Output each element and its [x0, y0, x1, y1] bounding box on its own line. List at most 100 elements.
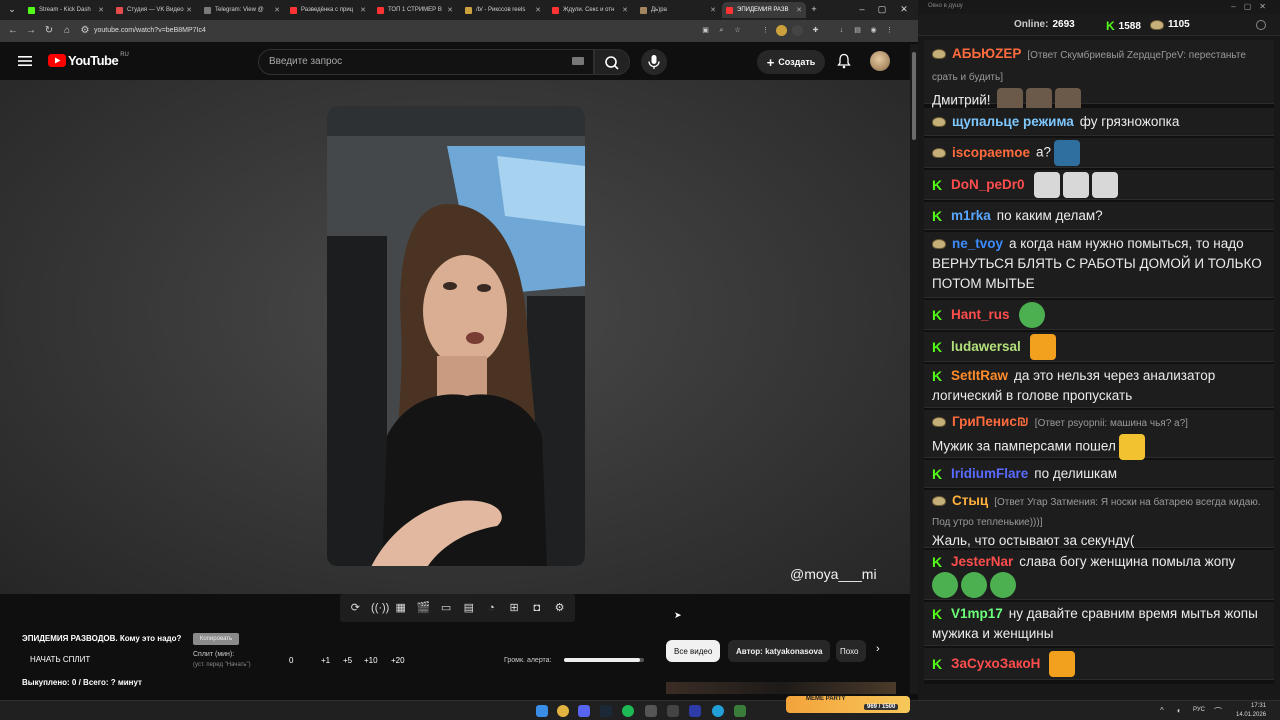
- subtitles-icon[interactable]: ▤: [462, 601, 476, 615]
- video-frame[interactable]: [327, 106, 585, 566]
- wifi-icon[interactable]: ⌒: [1214, 706, 1222, 717]
- tab-vk-studio[interactable]: Студия — VK Видео ✕: [112, 2, 196, 18]
- maximize-icon[interactable]: ▢: [876, 3, 888, 15]
- chip-all-videos[interactable]: Все видео: [666, 640, 721, 662]
- split-view-icon[interactable]: ▤: [852, 25, 863, 36]
- tab-reels[interactable]: /b/ - Рикссов reels ✕: [461, 2, 545, 18]
- tab-telegram[interactable]: Telegram: View @ ✕: [200, 2, 284, 18]
- chat-username[interactable]: V1mp17: [951, 606, 1003, 621]
- close-icon[interactable]: ✕: [710, 6, 716, 14]
- home-icon[interactable]: ⌂: [60, 24, 74, 38]
- notifications-bell-icon[interactable]: [837, 53, 851, 69]
- chat-settings-icon[interactable]: [1256, 20, 1266, 30]
- cast-icon[interactable]: ▣: [700, 25, 711, 36]
- chat-username[interactable]: Стыц: [952, 493, 988, 508]
- tab-youtube-2[interactable]: ТОП 1 СТРИМЕР В ✕: [373, 2, 457, 18]
- add-1-button[interactable]: +1: [321, 656, 330, 665]
- chat-username[interactable]: JesterNar: [951, 554, 1013, 569]
- extension-icon[interactable]: ⋮: [760, 25, 771, 36]
- download-icon[interactable]: ↓: [836, 25, 847, 36]
- create-button[interactable]: + Создать: [757, 50, 825, 74]
- chip-similar[interactable]: Похо: [836, 640, 866, 662]
- chat-username[interactable]: ludawersal: [951, 339, 1021, 354]
- steam-icon[interactable]: [600, 705, 612, 717]
- loop-icon[interactable]: ⟳: [348, 601, 362, 615]
- menu-icon[interactable]: ⋮: [884, 25, 895, 36]
- scrollbar-thumb[interactable]: [912, 52, 916, 140]
- chat-username[interactable]: SetItRaw: [951, 368, 1008, 383]
- minimize-icon[interactable]: –: [856, 3, 868, 15]
- youtube-logo[interactable]: YouTube RU: [48, 52, 129, 68]
- settings-gear-icon[interactable]: ⚙: [553, 601, 567, 615]
- telegram-icon[interactable]: [712, 705, 724, 717]
- search-button[interactable]: [594, 49, 630, 75]
- clock[interactable]: 17:31 14.01.2026: [1236, 702, 1266, 720]
- chevron-right-icon[interactable]: ›: [876, 643, 880, 655]
- extension-avatar-icon[interactable]: [776, 25, 787, 36]
- alert-volume-slider[interactable]: [564, 658, 644, 662]
- close-window-icon[interactable]: ✕: [898, 3, 910, 15]
- cinema-mode-icon[interactable]: ▦: [394, 601, 408, 615]
- add-20-button[interactable]: +20: [391, 656, 405, 665]
- keyboard-icon[interactable]: [572, 57, 584, 65]
- speedometer-icon[interactable]: ◔: [484, 601, 498, 615]
- close-icon[interactable]: ✕: [447, 6, 453, 14]
- forward-icon[interactable]: →: [24, 24, 38, 38]
- chat-username[interactable]: ЗаСухоЗакоН: [951, 656, 1040, 671]
- tab-kick-dashboard[interactable]: Stream - Kick Dash ✕: [24, 2, 108, 18]
- close-icon[interactable]: ✕: [535, 6, 541, 14]
- reload-icon[interactable]: ↻: [42, 24, 56, 38]
- player-app-icon[interactable]: [689, 705, 701, 717]
- tray-chevron-icon[interactable]: ^: [1160, 706, 1164, 715]
- screenshot-camera-icon[interactable]: ◘: [530, 601, 544, 615]
- chat-username[interactable]: ne_tvoy: [952, 236, 1003, 251]
- chat-username[interactable]: ГриПенис₪: [952, 414, 1029, 429]
- extensions-puzzle-icon[interactable]: ✚: [810, 25, 821, 36]
- back-icon[interactable]: ←: [6, 24, 20, 38]
- chat-username[interactable]: DoN_peDr0: [951, 177, 1025, 192]
- page-scrollbar[interactable]: [910, 44, 918, 694]
- hamburger-menu-icon[interactable]: [18, 54, 32, 66]
- obs-icon[interactable]: [645, 705, 657, 717]
- discord-icon[interactable]: [578, 705, 590, 717]
- search-input[interactable]: Введите запрос: [258, 49, 594, 75]
- add-5-button[interactable]: +5: [343, 656, 352, 665]
- zoom-icon[interactable]: ⌕: [716, 25, 727, 36]
- close-icon[interactable]: ✕: [360, 6, 366, 14]
- add-queue-icon[interactable]: ⊞: [507, 601, 521, 615]
- close-icon[interactable]: ✕: [274, 6, 280, 14]
- tab-dyra[interactable]: Дь)ра ✕: [636, 2, 720, 18]
- chat-username[interactable]: АБЬЮZЕР: [952, 46, 1021, 61]
- copy-button[interactable]: Копировать: [193, 633, 239, 645]
- chat-username[interactable]: iscopaemoe: [952, 145, 1030, 160]
- picture-in-picture-icon[interactable]: ▭: [439, 601, 453, 615]
- close-icon[interactable]: ✕: [186, 6, 192, 14]
- close-icon[interactable]: ✕: [98, 6, 104, 14]
- bookmark-star-icon[interactable]: ☆: [732, 25, 743, 36]
- tab-active-epidemic[interactable]: ЭПИДЕМИЯ РАЗВ ✕: [722, 2, 806, 18]
- voice-search-button[interactable]: [641, 49, 667, 75]
- close-icon[interactable]: ✕: [622, 6, 628, 14]
- avatar[interactable]: [870, 51, 890, 71]
- new-tab-icon[interactable]: +: [808, 3, 820, 15]
- clapperboard-icon[interactable]: 🎬: [416, 601, 431, 615]
- chat-username[interactable]: IridiumFlare: [951, 466, 1028, 481]
- close-icon[interactable]: ✕: [796, 6, 802, 14]
- extension-badge-icon[interactable]: [792, 25, 803, 36]
- chat-username[interactable]: щупальце режима: [952, 114, 1074, 129]
- spotify-icon[interactable]: [622, 705, 634, 717]
- video-player[interactable]: @moya___mi: [0, 80, 910, 594]
- windows-start-icon[interactable]: [536, 705, 548, 717]
- audio-icon[interactable]: ((·)): [371, 601, 389, 615]
- chat-username[interactable]: Hant_rus: [951, 307, 1010, 322]
- files-icon[interactable]: [734, 705, 746, 717]
- meme-party-widget[interactable]: MEME PARTY 969 / 1500: [786, 696, 910, 713]
- speaker-icon[interactable]: ◖: [1176, 706, 1181, 715]
- tab-search-icon[interactable]: ⌄: [6, 3, 18, 15]
- language-indicator[interactable]: РУС: [1193, 707, 1205, 713]
- recommended-thumbnail[interactable]: [666, 682, 896, 694]
- start-split-button[interactable]: НАЧАТЬ СПЛИТ: [30, 655, 90, 664]
- tab-youtube-1[interactable]: Разведёнка с приц ✕: [286, 2, 370, 18]
- url-field[interactable]: youtube.com/watch?v=beB8MP7Ic4: [94, 24, 754, 38]
- chat-window-controls[interactable]: –▢✕: [1231, 2, 1274, 11]
